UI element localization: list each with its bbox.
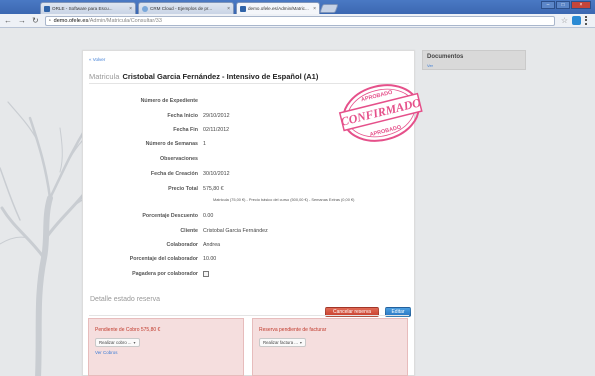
web-page: « Volver Matricula Cristobal Garcia Ferná… xyxy=(0,28,595,376)
pagadera-checkbox[interactable] xyxy=(203,271,209,277)
field-value: 1 xyxy=(203,141,206,147)
browser-toolbar: ← → ↻ ▫ demo.ofele.es/Admin/Matricula/Co… xyxy=(0,14,595,28)
close-window-icon[interactable]: × xyxy=(571,1,591,9)
field-fecha-creacion: Fecha de Creación 30/10/2012 xyxy=(83,170,230,178)
field-value: 30/10/2012 xyxy=(203,171,230,177)
tab-title: demo.ofele.es/Admin/Matric... xyxy=(248,6,309,11)
pending-payment-box: Pendiente de Cobro 575,80 € Realizar cob… xyxy=(88,318,244,376)
title-name: Cristobal Garcia Fernández - Intensivo d… xyxy=(122,72,319,81)
close-tab-icon[interactable]: × xyxy=(129,6,132,12)
extension-icon[interactable] xyxy=(572,16,581,25)
pending-invoice-box: Reserva pendiente de facturar Realizar f… xyxy=(252,318,408,376)
chevron-down-icon: ▾ xyxy=(299,340,302,345)
divider xyxy=(89,83,409,84)
page-icon: ▫ xyxy=(48,17,51,24)
minimize-icon[interactable]: – xyxy=(541,1,555,9)
field-label: Número de Semanas xyxy=(145,141,198,147)
new-tab-button[interactable] xyxy=(319,4,339,13)
close-tab-icon[interactable]: × xyxy=(227,6,230,12)
field-label: Porcentaje del colaborador xyxy=(129,256,198,262)
field-descuento: Porcentaje Descuento 0.00 xyxy=(83,212,213,220)
close-tab-icon[interactable]: × xyxy=(313,6,316,12)
documents-view-link[interactable]: Ver xyxy=(427,63,433,68)
field-label: Pagadera por colaborador xyxy=(132,271,198,277)
select-value: Realizar cobro ... xyxy=(99,340,132,345)
status-section-title: Detalle estado reserva xyxy=(90,296,161,303)
back-link[interactable]: « Volver xyxy=(89,57,105,62)
price-breakdown: Matricula (75,00 €) - Precio básico del … xyxy=(213,197,355,202)
address-bar[interactable]: ▫ demo.ofele.es/Admin/Matricula/Consulta… xyxy=(44,15,555,26)
address-path: /Admin/Matricula/Consultar/33 xyxy=(88,17,162,24)
field-label: Porcentaje Descuento xyxy=(142,213,198,219)
field-value: Andrea xyxy=(203,242,221,248)
field-cliente: Cliente Cristobal Garcia Fernández xyxy=(83,227,268,235)
tab-title: CRM Cloud - Ejemplos de pr... xyxy=(150,6,213,11)
invoice-action-select[interactable]: Realizar factura ... ▾ xyxy=(259,338,306,347)
wrench-menu-icon[interactable] xyxy=(585,16,591,25)
field-label: Cliente xyxy=(180,228,198,234)
browser-tab[interactable]: ORLE - Software para Escu... × xyxy=(40,2,136,14)
bookmark-star-icon[interactable]: ☆ xyxy=(561,16,568,25)
field-label: Precio Total xyxy=(168,186,198,192)
title-label: Matricula xyxy=(89,72,120,81)
field-label: Fecha Fin xyxy=(173,127,198,133)
tab-title: ORLE - Software para Escu... xyxy=(52,6,113,11)
field-value: Cristobal Garcia Fernández xyxy=(203,228,268,234)
field-value: 10.00 xyxy=(203,256,217,262)
divider xyxy=(89,315,409,316)
field-value: 575,80 € xyxy=(203,186,224,192)
maximize-icon[interactable]: □ xyxy=(556,1,570,9)
documents-title: Documentos xyxy=(427,54,464,60)
field-colaborador: Colaborador Andrea xyxy=(83,241,221,249)
documents-panel: Documentos Ver xyxy=(422,50,526,70)
view-payments-link[interactable]: Ver Cobros xyxy=(95,350,118,355)
field-label: Fecha Inicio xyxy=(167,113,198,119)
address-domain: demo.ofele.es xyxy=(53,17,89,24)
reload-icon[interactable]: ↻ xyxy=(32,16,39,25)
page-title: Matricula Cristobal Garcia Fernández - In… xyxy=(89,72,318,81)
field-precio-total: Precio Total 575,80 € xyxy=(83,185,224,193)
browser-tab[interactable]: CRM Cloud - Ejemplos de pr... × xyxy=(138,2,234,14)
field-value: 0.00 xyxy=(203,213,214,219)
field-value: 02/11/2012 xyxy=(203,127,230,133)
browser-tab-active[interactable]: demo.ofele.es/Admin/Matric... × xyxy=(236,2,320,14)
payment-action-select[interactable]: Realizar cobro ... ▾ xyxy=(95,338,140,347)
cloud-favicon-icon xyxy=(142,5,148,12)
field-expediente: Número de Expediente xyxy=(83,97,203,105)
window-controls: – □ × xyxy=(541,1,591,9)
field-label: Colaborador xyxy=(166,242,199,248)
field-label: Fecha de Creación xyxy=(150,171,198,177)
pending-invoice-title: Reserva pendiente de facturar xyxy=(259,327,327,333)
browser-tab-bar: ORLE - Software para Escu... × CRM Cloud… xyxy=(0,0,595,14)
select-value: Realizar factura ... xyxy=(263,340,298,345)
field-porcentaje-colaborador: Porcentaje del colaborador 10.00 xyxy=(83,255,217,263)
chevron-down-icon: ▾ xyxy=(133,340,136,345)
field-value: 29/10/2012 xyxy=(203,113,230,119)
field-fecha-inicio: Fecha Inicio 29/10/2012 xyxy=(83,112,230,120)
site-favicon-icon xyxy=(240,5,246,12)
field-fecha-fin: Fecha Fin 02/11/2012 xyxy=(83,126,229,134)
back-arrow-icon[interactable]: ← xyxy=(4,16,12,25)
confirmed-stamp: APROBADO CONFIRMADO APROBADO xyxy=(338,84,423,142)
field-semanas: Número de Semanas 1 xyxy=(83,140,206,148)
field-pagadera-colaborador: Pagadera por colaborador xyxy=(83,270,209,278)
field-label: Observaciones xyxy=(160,156,198,162)
pending-payment-title: Pendiente de Cobro 575,80 € xyxy=(95,327,161,333)
forward-arrow-icon[interactable]: → xyxy=(18,16,26,25)
field-label: Número de Expediente xyxy=(140,98,198,104)
field-observaciones: Observaciones xyxy=(83,155,203,163)
site-favicon-icon xyxy=(44,5,50,12)
